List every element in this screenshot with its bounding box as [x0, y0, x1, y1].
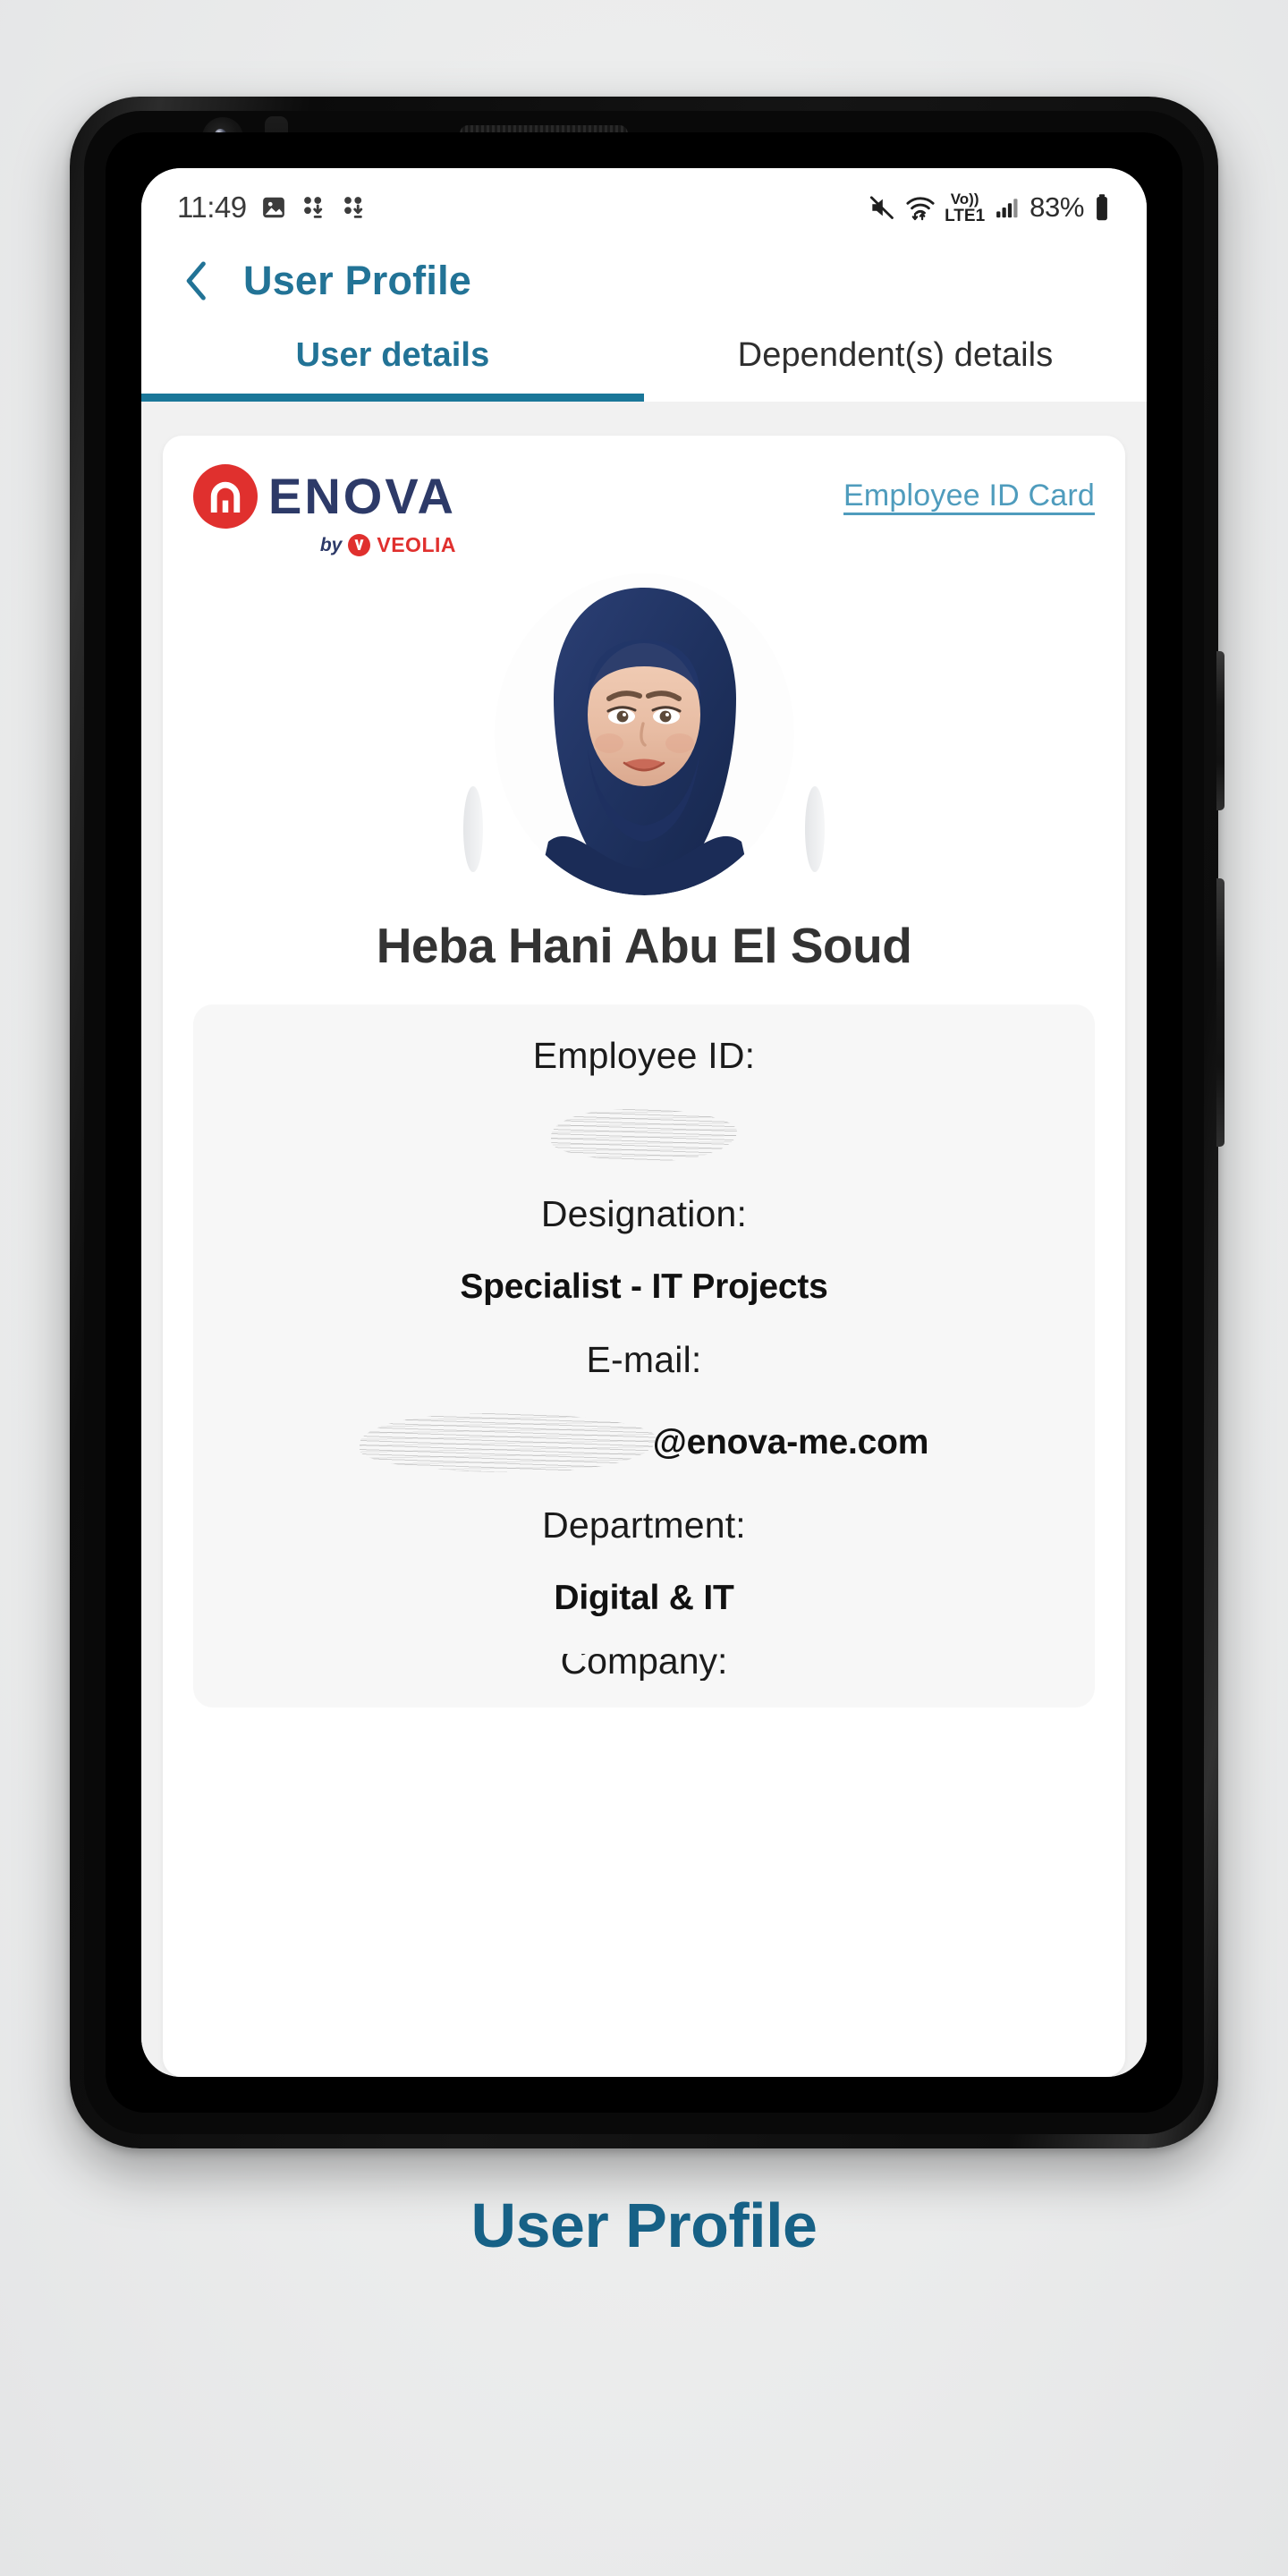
detail-row-department: Department: Digital & IT: [220, 1504, 1068, 1618]
chevron-left-icon: [186, 261, 206, 301]
signal-icon: [996, 199, 1018, 218]
tab-bar: User details Dependent(s) details: [141, 322, 1147, 402]
wifi-icon: [906, 197, 935, 221]
app-viewport: 11:49 Vo)) LTE1 83% User Profile User de…: [141, 168, 1147, 2077]
back-button[interactable]: [177, 261, 216, 301]
status-bar-clock: 11:49: [177, 191, 247, 224]
department-label: Department:: [542, 1504, 746, 1546]
employee-id-label: Employee ID:: [532, 1035, 756, 1076]
veolia-wordmark: VEOLIA: [377, 533, 456, 556]
download-icon: [303, 197, 322, 218]
employee-details-panel: Employee ID: Designation: Specialist - I…: [193, 1004, 1095, 1707]
redaction-scribble: [359, 1413, 657, 1472]
enova-by-label: by: [319, 534, 343, 555]
status-bar-right: Vo)) LTE1 83%: [868, 191, 1111, 225]
bottom-caption: User Profile: [470, 2190, 818, 2260]
photo-right-arc-decoration: [805, 786, 825, 872]
enova-arch-icon: [193, 464, 258, 529]
avatar: [494, 573, 794, 895]
designation-label: Designation:: [540, 1193, 748, 1234]
image-icon: [262, 197, 284, 218]
volte1-icon: Vo)) LTE1: [945, 190, 986, 225]
department-value: Digital & IT: [554, 1579, 734, 1617]
email-domain: @enova-me.com: [652, 1423, 929, 1462]
enova-logo-main: ENOVA: [193, 464, 456, 529]
detail-row-email: E-mail: @enova-me.com: [220, 1339, 1068, 1472]
tab-dependents-details[interactable]: Dependent(s) details: [644, 322, 1147, 402]
battery-percent-label: 83%: [1030, 191, 1084, 223]
employee-name: Heba Hani Abu El Soud: [376, 918, 912, 973]
profile-photo-wrap: [193, 573, 1095, 895]
photo-left-arc-decoration: [463, 786, 483, 872]
detail-row-cut-off: Company:: [220, 1654, 1068, 1681]
cut-off-label: Company:: [560, 1654, 728, 1681]
email-value: @enova-me.com: [220, 1413, 1068, 1472]
enova-wordmark: ENOVA: [268, 468, 456, 524]
app-header: User Profile: [141, 234, 1147, 322]
phone-screen: 11:49 Vo)) LTE1 83% User Profile User de…: [106, 132, 1182, 2113]
employee-id-value: [220, 1109, 1068, 1161]
page-title: User Profile: [243, 258, 471, 303]
detail-row-designation: Designation: Specialist - IT Projects: [220, 1193, 1068, 1307]
tab-user-details[interactable]: User details: [141, 322, 644, 402]
mute-icon: [869, 196, 894, 219]
profile-card: ENOVA by VEOLIA Employee ID Card Heba Ha…: [163, 436, 1125, 2077]
content-scroll-area[interactable]: ENOVA by VEOLIA Employee ID Card Heba Ha…: [141, 402, 1147, 2077]
enova-byline: by VEOLIA: [320, 533, 456, 557]
status-bar: 11:49 Vo)) LTE1 83%: [141, 168, 1147, 234]
tab-dependents-details-label: Dependent(s) details: [737, 336, 1054, 374]
enova-logo: ENOVA by VEOLIA: [193, 464, 456, 557]
detail-row-employee-id: Employee ID:: [220, 1035, 1068, 1161]
volume-button[interactable]: [1216, 651, 1224, 810]
tab-user-details-label: User details: [295, 336, 490, 374]
status-bar-left: 11:49: [177, 191, 368, 225]
designation-value: Specialist - IT Projects: [460, 1267, 828, 1306]
email-label: E-mail:: [586, 1339, 702, 1380]
employee-id-card-link[interactable]: Employee ID Card: [843, 464, 1095, 513]
veolia-logo-icon: [348, 534, 371, 556]
power-button[interactable]: [1216, 878, 1224, 1147]
battery-icon: [1097, 194, 1107, 221]
redaction-scribble: [551, 1109, 737, 1161]
phone-device-frame: 11:49 Vo)) LTE1 83% User Profile User de…: [70, 97, 1224, 2148]
card-top-row: ENOVA by VEOLIA Employee ID Card: [193, 464, 1095, 557]
download-icon: [343, 197, 362, 218]
